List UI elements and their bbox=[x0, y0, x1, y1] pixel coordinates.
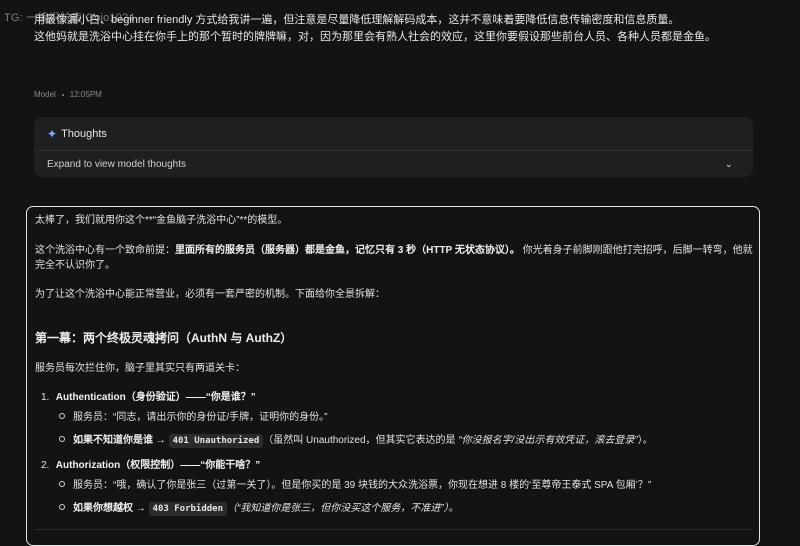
expand-thoughts-label: Expand to view model thoughts bbox=[47, 158, 186, 170]
text-run: 这个洗浴中心有一个致命前提： bbox=[35, 245, 175, 256]
response-paragraph: 服务员每次拦住你，脑子里其实只有两道关卡： bbox=[35, 363, 245, 374]
author-label: Model bbox=[34, 90, 56, 99]
italic-text: “你没报名字/没出示有效凭证，滚去登录” bbox=[458, 435, 638, 446]
user-message: 用最像漏小白、beginner friendly 方式给我讲一遍，但注意是尽量降… bbox=[34, 12, 774, 46]
text-run: （虽然叫 Unauthorized，但其实它表达的是 bbox=[263, 435, 459, 446]
bold-text: 如果你想越权 → bbox=[73, 503, 146, 514]
model-response: 太棒了，我们就用你这个**“金鱼脑子洗浴中心”**的模型。 这个洗浴中心有一个致… bbox=[26, 206, 760, 546]
sub-list-item: 服务员：“同志，请出示你的身份证/手牌，证明你的身份。” bbox=[59, 410, 327, 425]
bullet-icon bbox=[59, 436, 65, 443]
list-number: 1. bbox=[41, 392, 50, 403]
thoughts-title: Thoughts bbox=[61, 127, 107, 140]
separator-dot bbox=[61, 93, 64, 96]
bullet-icon bbox=[59, 413, 65, 420]
bold-text: 里面所有的服务员（服务器）都是金鱼，记忆只有 3 秒（HTTP 无状态协议）。 bbox=[175, 245, 520, 256]
list-item-title: Authentication（身份验证）——“你是谁？” bbox=[55, 392, 256, 403]
timestamp: 12:05PM bbox=[69, 90, 102, 99]
sub-list-item: 如果你想越权 → 403 Forbidden （“我知道你是张三，但你没买这个服务… bbox=[59, 501, 459, 517]
message-meta: Model 12:05PM bbox=[34, 90, 102, 99]
divider bbox=[35, 529, 753, 530]
thoughts-panel: ✦ Thoughts Expand to view model thoughts… bbox=[34, 117, 753, 177]
list-item: 2. Authorization（权限控制）——“你能干啥？” bbox=[41, 458, 260, 473]
text-run: 。 bbox=[448, 503, 459, 514]
thoughts-header: ✦ Thoughts bbox=[34, 117, 753, 151]
expand-thoughts-button[interactable]: Expand to view model thoughts ⌄ bbox=[34, 151, 753, 177]
sparkle-icon: ✦ bbox=[47, 126, 58, 141]
user-message-line: 这他妈就是洗浴中心挂在你手上的那个暂时的牌牌嘛，对，因为那里会有熟人社会的效应，… bbox=[34, 31, 716, 43]
sub-item-text: 服务员：“哦，确认了你是张三（过第一关了）。但是你买的是 39 块钱的大众洗浴票… bbox=[73, 480, 652, 491]
text-run: ）。 bbox=[637, 435, 653, 446]
list-item-title: Authorization（权限控制）——“你能干啥？” bbox=[55, 460, 261, 471]
bullet-icon bbox=[59, 504, 65, 511]
sub-list-item: 服务员：“哦，确认了你是张三（过第一关了）。但是你买的是 39 块钱的大众洗浴票… bbox=[59, 478, 651, 493]
status-code: 401 Unauthorized bbox=[168, 434, 264, 448]
section-heading: 第一幕：两个终极灵魂拷问（AuthN 与 AuthZ） bbox=[35, 331, 293, 345]
sub-list-item: 如果不知道你是谁 → 401 Unauthorized （虽然叫 Unauthor… bbox=[59, 433, 653, 449]
user-message-line: 用最像漏小白、beginner friendly 方式给我讲一遍，但注意是尽量降… bbox=[34, 14, 680, 26]
sub-item-text: 服务员：“同志，请出示你的身份证/手牌，证明你的身份。” bbox=[73, 412, 328, 423]
italic-text: （“我知道你是张三，但你没买这个服务，不准进”） bbox=[227, 503, 449, 514]
list-number: 2. bbox=[41, 460, 50, 471]
chevron-down-icon: ⌄ bbox=[724, 158, 733, 170]
list-item: 1. Authentication（身份验证）——“你是谁？” bbox=[41, 390, 256, 405]
response-paragraph: 为了让这个洗浴中心能正常营业，必须有一套严密的机制。下面给你全景拆解： bbox=[35, 289, 385, 300]
response-paragraph: 太棒了，我们就用你这个**“金鱼脑子洗浴中心”**的模型。 bbox=[35, 215, 288, 226]
bold-text: 如果不知道你是谁 → bbox=[73, 435, 166, 446]
response-paragraph: 这个洗浴中心有一个致命前提：里面所有的服务员（服务器）都是金鱼，记忆只有 3 秒… bbox=[35, 243, 755, 273]
bullet-icon bbox=[59, 481, 65, 488]
status-code: 403 Forbidden bbox=[148, 502, 228, 516]
